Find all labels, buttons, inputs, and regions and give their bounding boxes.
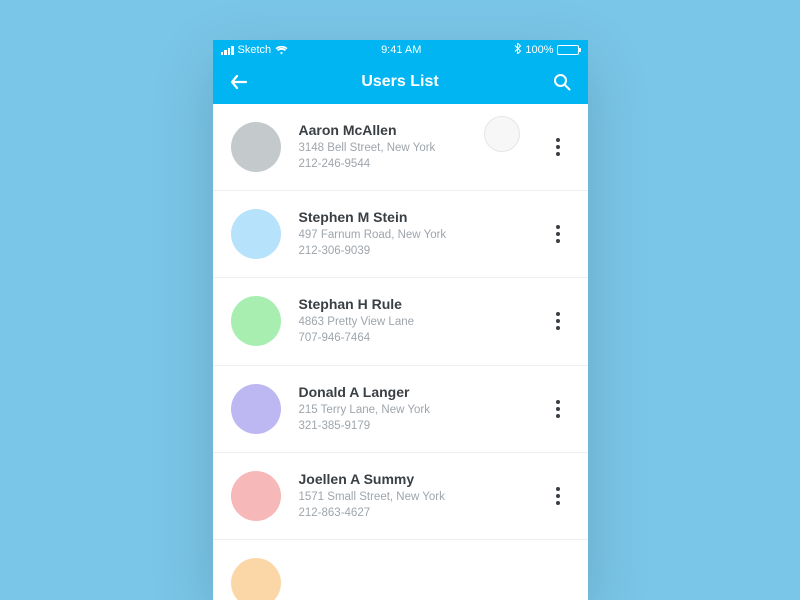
user-info: Donald A Langer 215 Terry Lane, New York…	[299, 384, 546, 434]
more-button[interactable]	[546, 479, 570, 513]
user-name: Donald A Langer	[299, 384, 546, 400]
avatar	[231, 471, 281, 521]
search-button[interactable]	[550, 70, 574, 94]
users-list: Aaron McAllen 3148 Bell Street, New York…	[213, 104, 588, 600]
user-name: Stephan H Rule	[299, 296, 546, 312]
user-address: 497 Farnum Road, New York	[299, 227, 546, 243]
list-item[interactable]	[213, 540, 588, 600]
user-phone: 212-306-9039	[299, 243, 546, 259]
status-left: Sketch	[221, 44, 289, 56]
carrier-label: Sketch	[238, 44, 272, 56]
list-item[interactable]: Aaron McAllen 3148 Bell Street, New York…	[213, 104, 588, 191]
app-header: Users List	[213, 60, 588, 104]
user-name: Joellen A Summy	[299, 471, 546, 487]
status-bar: Sketch 9:41 AM 100%	[213, 40, 588, 60]
page-title: Users List	[361, 73, 438, 91]
user-address: 1571 Small Street, New York	[299, 489, 546, 505]
user-address: 215 Terry Lane, New York	[299, 402, 546, 418]
avatar	[231, 558, 281, 600]
user-address: 4863 Pretty View Lane	[299, 314, 546, 330]
search-icon	[552, 72, 572, 92]
user-phone: 212-863-4627	[299, 505, 546, 521]
more-button[interactable]	[546, 130, 570, 164]
avatar	[231, 209, 281, 259]
avatar	[231, 384, 281, 434]
status-time: 9:41 AM	[381, 44, 421, 56]
battery-label: 100%	[525, 44, 553, 56]
avatar	[231, 296, 281, 346]
list-item[interactable]: Joellen A Summy 1571 Small Street, New Y…	[213, 453, 588, 540]
list-item[interactable]: Donald A Langer 215 Terry Lane, New York…	[213, 366, 588, 453]
user-phone: 321-385-9179	[299, 418, 546, 434]
more-button[interactable]	[546, 304, 570, 338]
avatar	[231, 122, 281, 172]
user-phone: 707-946-7464	[299, 330, 546, 346]
battery-icon	[557, 45, 579, 55]
touch-ripple	[484, 116, 520, 152]
back-button[interactable]	[227, 70, 251, 94]
bluetooth-icon	[514, 43, 521, 57]
signal-icon	[221, 46, 234, 55]
more-button[interactable]	[546, 392, 570, 426]
phone-frame: Sketch 9:41 AM 100% Users List Aaro	[213, 40, 588, 600]
user-info: Stephan H Rule 4863 Pretty View Lane 707…	[299, 296, 546, 346]
list-item[interactable]: Stephan H Rule 4863 Pretty View Lane 707…	[213, 278, 588, 365]
wifi-icon	[275, 46, 288, 55]
more-button[interactable]	[546, 217, 570, 251]
user-info: Joellen A Summy 1571 Small Street, New Y…	[299, 471, 546, 521]
arrow-left-icon	[229, 72, 249, 92]
user-phone: 212-246-9544	[299, 156, 546, 172]
user-info: Stephen M Stein 497 Farnum Road, New Yor…	[299, 209, 546, 259]
status-right: 100%	[514, 43, 579, 57]
user-name: Stephen M Stein	[299, 209, 546, 225]
list-item[interactable]: Stephen M Stein 497 Farnum Road, New Yor…	[213, 191, 588, 278]
